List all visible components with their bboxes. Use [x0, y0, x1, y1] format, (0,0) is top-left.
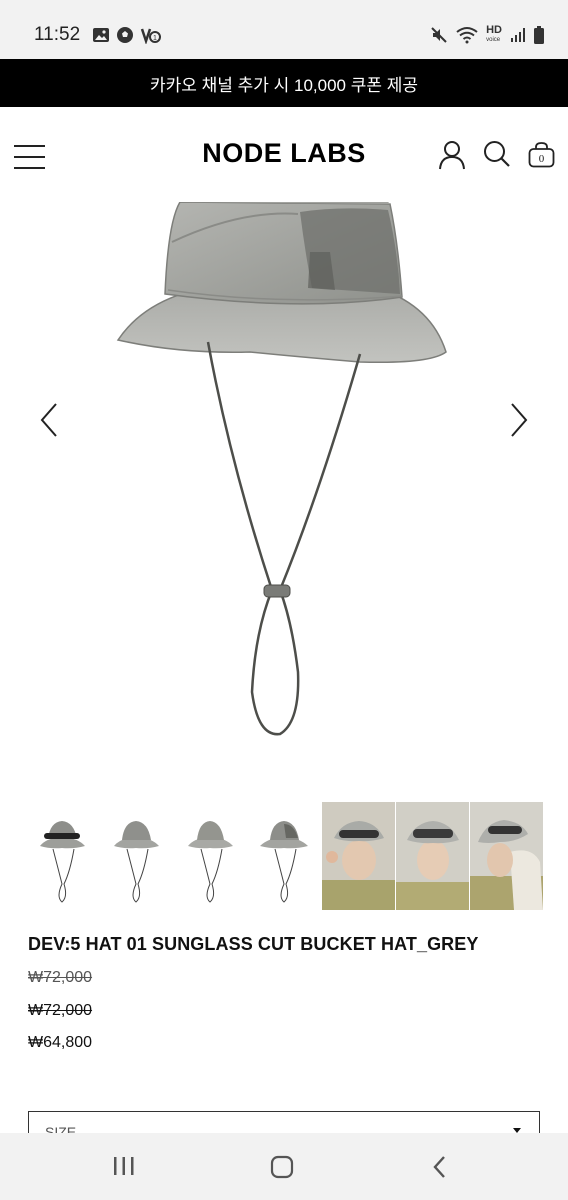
system-nav-bar — [0, 1133, 568, 1200]
original-price: ₩72,000 — [28, 969, 93, 986]
thumbnail-product-3[interactable] — [174, 802, 247, 910]
mute-icon — [431, 26, 447, 43]
thumbnail-product-2[interactable] — [100, 802, 173, 910]
wifi-icon — [456, 26, 478, 43]
list-price: ₩72,000 — [28, 1002, 93, 1019]
recent-apps-button[interactable] — [112, 1155, 136, 1177]
voice-label: voice — [486, 37, 501, 43]
chevron-left-icon — [40, 403, 57, 437]
system-icons: HD voice — [430, 25, 544, 44]
sale-price: ₩64,800 — [28, 1034, 93, 1051]
chevron-right-icon — [511, 403, 528, 437]
promo-banner[interactable]: 카카오 채널 추가 시 10,000 쿠폰 제공 — [0, 59, 568, 107]
search-icon[interactable] — [483, 140, 511, 170]
model-photo-icon — [396, 802, 469, 910]
prev-image-button[interactable] — [36, 402, 66, 438]
notification-icons: 1 — [92, 26, 162, 44]
vpn-key-icon: 1 — [140, 28, 161, 44]
hat-thumbnail-icon — [188, 821, 233, 903]
status-bar: 11:52 1 HD voice — [0, 0, 568, 59]
hat-thumbnail-icon — [114, 821, 159, 903]
back-button[interactable] — [430, 1155, 450, 1179]
svg-text:1: 1 — [153, 35, 157, 42]
thumbnail-model-3[interactable] — [470, 802, 543, 910]
product-title: DEV:5 HAT 01 SUNGLASS CUT BUCKET HAT_GRE… — [28, 934, 479, 954]
cart-button[interactable]: 0 — [528, 142, 555, 168]
soccer-ball-icon — [117, 27, 133, 43]
hat-thumbnail-icon — [40, 821, 85, 903]
thumbnail-model-2[interactable] — [396, 802, 469, 910]
hd-label: HD — [486, 24, 502, 36]
thumbnail-product-4[interactable] — [248, 802, 321, 910]
thumbnail-product-1[interactable] — [26, 802, 99, 910]
thumbnail-strip — [26, 802, 543, 910]
account-icon[interactable] — [438, 140, 466, 170]
home-button[interactable] — [270, 1155, 294, 1179]
battery-icon — [534, 25, 544, 44]
hat-thumbnail-icon — [260, 821, 308, 903]
hd-voice-indicator: HD voice — [486, 25, 502, 44]
gallery-icon — [93, 28, 109, 42]
signal-icon — [511, 27, 525, 42]
cart-count: 0 — [538, 153, 545, 165]
thumbnail-model-1[interactable] — [322, 802, 395, 910]
product-main-image[interactable] — [0, 202, 568, 782]
promo-banner-text: 카카오 채널 추가 시 10,000 쿠폰 제공 — [149, 75, 418, 95]
bucket-hat-image — [116, 202, 447, 736]
status-time: 11:52 — [34, 24, 81, 45]
model-photo-icon — [470, 802, 543, 910]
model-photo-icon — [322, 802, 395, 910]
next-image-button[interactable] — [504, 402, 534, 438]
site-header: NODE LABS 0 — [0, 107, 568, 202]
